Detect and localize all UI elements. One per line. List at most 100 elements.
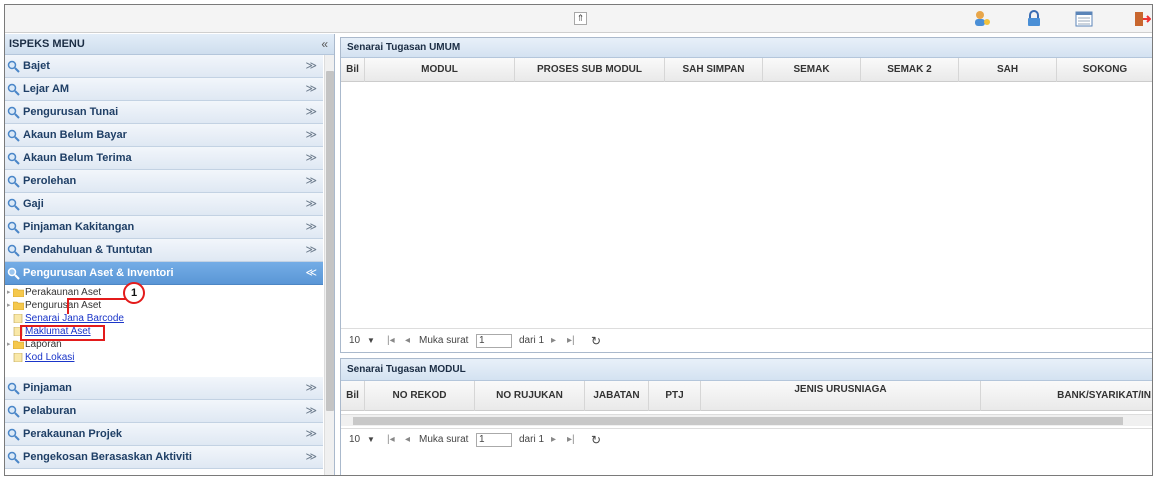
menu-item-bajet[interactable]: Bajet ≫: [5, 55, 323, 78]
chevron-down-icon[interactable]: ≫: [305, 239, 317, 261]
next-page-icon[interactable]: ▸: [551, 429, 556, 451]
column-header[interactable]: PROSES SUB MODUL: [515, 58, 665, 82]
menu-item-perakaunan-projek[interactable]: Perakaunan Projek ≫: [5, 423, 323, 446]
umum-table-header: Bil MODUL PROSES SUB MODUL SAH SIMPAN SE…: [341, 58, 1152, 82]
column-header[interactable]: SAH: [959, 58, 1057, 82]
tree-link-senarai-jana-barcode[interactable]: Senarai Jana Barcode: [7, 312, 323, 325]
menu-accordion: Bajet ≫ Lejar AM ≫ Pengurusan Tunai ≫ Akaun…: [5, 55, 323, 475]
menu-item-gaji[interactable]: Gaji ≫: [5, 193, 323, 216]
scrollbar-thumb[interactable]: [326, 71, 334, 411]
tree-label: Senarai Jana Barcode: [25, 313, 124, 324]
column-header[interactable]: NO RUJUKAN: [475, 381, 585, 411]
chevron-down-icon[interactable]: ≫: [305, 400, 317, 422]
magnifier-icon: [7, 83, 20, 96]
prev-page-icon[interactable]: ◂: [405, 429, 410, 451]
magnifier-icon: [7, 244, 20, 257]
chevron-down-icon[interactable]: ≫: [305, 377, 317, 399]
chevron-down-icon[interactable]: ≫: [305, 170, 317, 192]
tree-label: Kod Lokasi: [25, 352, 75, 363]
user-icon[interactable]: [973, 10, 991, 28]
dropdown-icon[interactable]: ▼: [367, 329, 375, 353]
calendar-icon[interactable]: [1075, 10, 1093, 28]
magnifier-icon: [7, 175, 20, 188]
page-input[interactable]: 1: [476, 334, 512, 348]
magnifier-icon: [7, 428, 20, 441]
menu-item-lejar-am[interactable]: Lejar AM ≫: [5, 78, 323, 101]
first-page-icon[interactable]: |◂: [387, 429, 395, 451]
chevron-down-icon[interactable]: ≫: [305, 147, 317, 169]
page-size-select[interactable]: 10: [349, 429, 360, 451]
lock-icon[interactable]: [1025, 10, 1043, 28]
menu-item-label: Bajet: [23, 60, 50, 72]
tree-folder-pengurusan-aset[interactable]: ▸ Pengurusan Aset: [7, 299, 323, 312]
magnifier-icon: [7, 198, 20, 211]
chevron-down-icon[interactable]: ≫: [305, 124, 317, 146]
column-header[interactable]: BANK/SYARIKAT/IN: [981, 381, 1152, 411]
chevron-down-icon[interactable]: ≫: [305, 78, 317, 100]
column-header[interactable]: NO REKOD: [365, 381, 475, 411]
refresh-icon[interactable]: ↻: [591, 429, 601, 451]
chevron-down-icon[interactable]: ≫: [305, 446, 317, 468]
menu-item-pelaburan[interactable]: Pelaburan ≫: [5, 400, 323, 423]
panel-title: Senarai Tugasan MODUL: [341, 359, 1152, 381]
application-window: ⇑ ISPEKS MENU « Bajet ≫ Lejar AM ≫ Penguru…: [4, 4, 1153, 476]
menu-item-pengekosan-berasaskan-aktiviti[interactable]: Pengekosan Berasaskan Aktiviti ≫: [5, 446, 323, 469]
last-page-icon[interactable]: ▸|: [567, 429, 575, 451]
page-count: dari 1: [519, 434, 545, 445]
chevron-down-icon[interactable]: ≫: [305, 193, 317, 215]
umum-task-panel: Senarai Tugasan UMUM Bil MODUL PROSES SU…: [340, 37, 1152, 353]
menu-item-akaun-belum-terima[interactable]: Akaun Belum Terima ≫: [5, 147, 323, 170]
menu-header: ISPEKS MENU «: [5, 34, 334, 55]
column-header[interactable]: SEMAK: [763, 58, 861, 82]
menu-item-pengurusan-aset-inventori[interactable]: Pengurusan Aset & Inventori ≪: [5, 262, 323, 285]
prev-page-icon[interactable]: ◂: [405, 329, 410, 353]
modul-horizontal-scrollbar[interactable]: [341, 414, 1152, 426]
collapse-header-button[interactable]: ⇑: [574, 12, 587, 25]
magnifier-icon: [7, 129, 20, 142]
scrollbar-thumb[interactable]: [353, 417, 1123, 425]
menu-item-label: Akaun Belum Terima: [23, 152, 132, 164]
column-header[interactable]: Bil: [341, 58, 365, 82]
chevron-up-icon[interactable]: ≪: [305, 262, 317, 284]
menu-item-perolehan[interactable]: Perolehan ≫: [5, 170, 323, 193]
chevron-down-icon[interactable]: ≫: [305, 55, 317, 77]
menu-item-akaun-belum-bayar[interactable]: Akaun Belum Bayar ≫: [5, 124, 323, 147]
page-size-select[interactable]: 10: [349, 329, 360, 353]
column-header[interactable]: PTJ: [649, 381, 701, 411]
menu-item-pengurusan-tunai[interactable]: Pengurusan Tunai ≫: [5, 101, 323, 124]
magnifier-icon: [7, 60, 20, 73]
first-page-icon[interactable]: |◂: [387, 329, 395, 353]
chevron-down-icon[interactable]: ≫: [305, 216, 317, 238]
dropdown-icon[interactable]: ▼: [367, 429, 375, 451]
last-page-icon[interactable]: ▸|: [567, 329, 575, 353]
column-header[interactable]: SAH SIMPAN: [665, 58, 763, 82]
magnifier-icon: [7, 221, 20, 234]
menu-item-label: Pinjaman: [23, 382, 72, 394]
column-header[interactable]: Bil: [341, 381, 365, 411]
collapse-menu-button[interactable]: «: [321, 34, 328, 55]
refresh-icon[interactable]: ↻: [591, 329, 601, 353]
menu-scrollbar[interactable]: [324, 55, 334, 475]
logout-icon[interactable]: [1133, 10, 1151, 28]
tree-folder-perakaunan-aset[interactable]: ▸ Perakaunan Aset: [7, 286, 323, 299]
column-header[interactable]: JENIS URUSNIAGA: [701, 381, 981, 411]
chevron-down-icon[interactable]: ≫: [305, 423, 317, 445]
folder-icon: [13, 340, 24, 349]
menu-item-pinjaman[interactable]: Pinjaman ≫: [5, 377, 323, 400]
page-input[interactable]: 1: [476, 433, 512, 447]
column-header[interactable]: SOKONG: [1057, 58, 1152, 82]
magnifier-icon: [7, 451, 20, 464]
tree-link-kod-lokasi[interactable]: Kod Lokasi: [7, 351, 323, 364]
ispeks-menu: ISPEKS MENU « Bajet ≫ Lejar AM ≫ Pengurusa…: [5, 34, 335, 475]
next-page-icon[interactable]: ▸: [551, 329, 556, 353]
chevron-down-icon[interactable]: ≫: [305, 101, 317, 123]
menu-item-pinjaman-kakitangan[interactable]: Pinjaman Kakitangan ≫: [5, 216, 323, 239]
column-header[interactable]: MODUL: [365, 58, 515, 82]
page-label: Muka surat: [419, 434, 469, 445]
menu-item-pendahuluan-tuntutan[interactable]: Pendahuluan & Tuntutan ≫: [5, 239, 323, 262]
menu-item-label: Pengekosan Berasaskan Aktiviti: [23, 451, 192, 463]
column-header[interactable]: SEMAK 2: [861, 58, 959, 82]
column-header[interactable]: JABATAN: [585, 381, 649, 411]
panel-title: Senarai Tugasan UMUM: [341, 38, 1152, 58]
magnifier-icon: [7, 106, 20, 119]
